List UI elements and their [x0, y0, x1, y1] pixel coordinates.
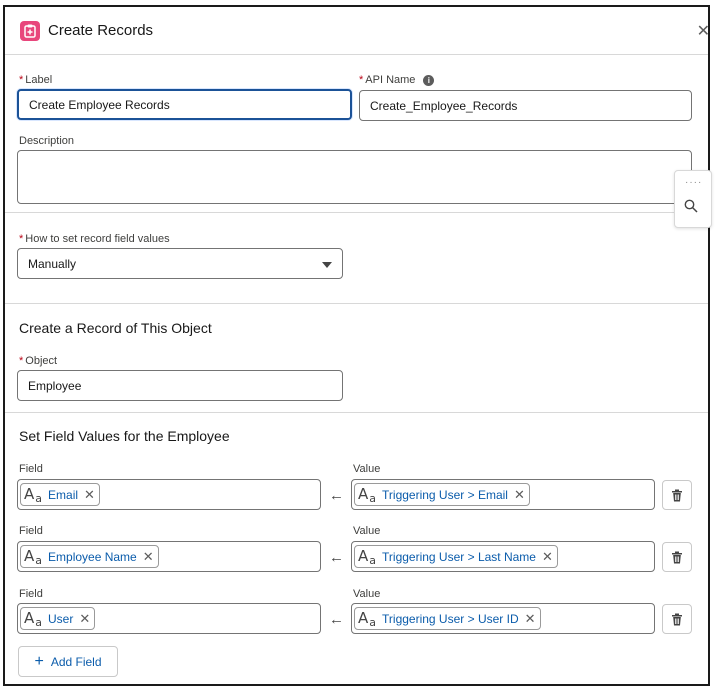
how-to-set-select[interactable]: Manually: [17, 248, 343, 279]
more-options-icon[interactable]: ····: [685, 177, 702, 188]
remove-icon[interactable]: ✕: [542, 550, 553, 563]
text-field-icon: Aa: [358, 485, 377, 505]
field-input[interactable]: Aa Employee Name ✕: [17, 541, 321, 572]
value-input[interactable]: Aa Triggering User > Email ✕: [351, 479, 655, 510]
add-field-button[interactable]: + Add Field: [18, 646, 118, 677]
api-name-input[interactable]: Create_Employee_Records: [359, 90, 692, 121]
info-icon[interactable]: i: [423, 74, 435, 86]
text-field-icon: Aa: [24, 609, 43, 629]
text-field-icon: Aa: [358, 609, 377, 629]
remove-icon[interactable]: ✕: [525, 612, 536, 625]
description-textarea[interactable]: [17, 150, 692, 204]
panel-header: Create Records ✕: [5, 7, 708, 55]
text-field-icon: Aa: [24, 547, 43, 567]
create-records-panel: Create Records ✕ * Label Create Employee …: [3, 5, 710, 686]
remove-icon[interactable]: ✕: [84, 488, 95, 501]
value-pill: Aa Triggering User > User ID ✕: [354, 607, 541, 630]
label-field-label: * Label: [19, 74, 53, 86]
field-pill: Aa User ✕: [20, 607, 96, 630]
field-pill: Aa Email ✕: [20, 483, 100, 506]
field-pill: Aa Employee Name ✕: [20, 545, 159, 568]
value-column-label: Value: [353, 588, 381, 600]
remove-icon[interactable]: ✕: [79, 612, 90, 625]
panel-title: Create Records: [48, 22, 154, 39]
plus-icon: +: [34, 652, 44, 670]
trash-icon: [672, 551, 682, 563]
text-field-icon: Aa: [24, 485, 43, 505]
description-field-label: Description: [19, 135, 75, 147]
delete-row-button[interactable]: [662, 542, 692, 572]
field-input[interactable]: Aa User ✕: [17, 603, 321, 634]
close-icon[interactable]: ✕: [697, 21, 708, 41]
value-input[interactable]: Aa Triggering User > User ID ✕: [351, 603, 655, 634]
value-column-label: Value: [353, 463, 381, 475]
field-values-section-title: Set Field Values for the Employee: [19, 428, 230, 444]
arrow-left-icon: ←: [329, 549, 344, 566]
remove-icon[interactable]: ✕: [143, 550, 154, 563]
value-pill: Aa Triggering User > Last Name ✕: [354, 545, 558, 568]
object-section-title: Create a Record of This Object: [19, 320, 212, 336]
divider: [5, 412, 708, 413]
trash-icon: [672, 489, 682, 501]
field-column-label: Field: [19, 525, 43, 537]
field-column-label: Field: [19, 588, 43, 600]
api-name-field-label: * API Name i: [359, 74, 435, 86]
divider: [5, 212, 708, 213]
field-column-label: Field: [19, 463, 43, 475]
delete-row-button[interactable]: [662, 480, 692, 510]
value-column-label: Value: [353, 525, 381, 537]
text-field-icon: Aa: [358, 547, 377, 567]
chevron-down-icon: [322, 262, 332, 268]
field-input[interactable]: Aa Email ✕: [17, 479, 321, 510]
object-field-label: * Object: [19, 355, 58, 367]
side-toolbar: ····: [674, 170, 712, 228]
delete-row-button[interactable]: [662, 604, 692, 634]
value-pill: Aa Triggering User > Email ✕: [354, 483, 530, 506]
arrow-left-icon: ←: [329, 487, 344, 504]
clipboard-icon: [20, 21, 40, 41]
value-input[interactable]: Aa Triggering User > Last Name ✕: [351, 541, 655, 572]
remove-icon[interactable]: ✕: [514, 488, 525, 501]
arrow-left-icon: ←: [329, 611, 344, 628]
label-input[interactable]: Create Employee Records: [17, 89, 352, 120]
how-to-set-field-label: * How to set record field values: [19, 233, 170, 245]
search-icon[interactable]: [684, 199, 698, 218]
divider: [5, 303, 708, 304]
object-input[interactable]: Employee: [17, 370, 343, 401]
trash-icon: [672, 613, 682, 625]
